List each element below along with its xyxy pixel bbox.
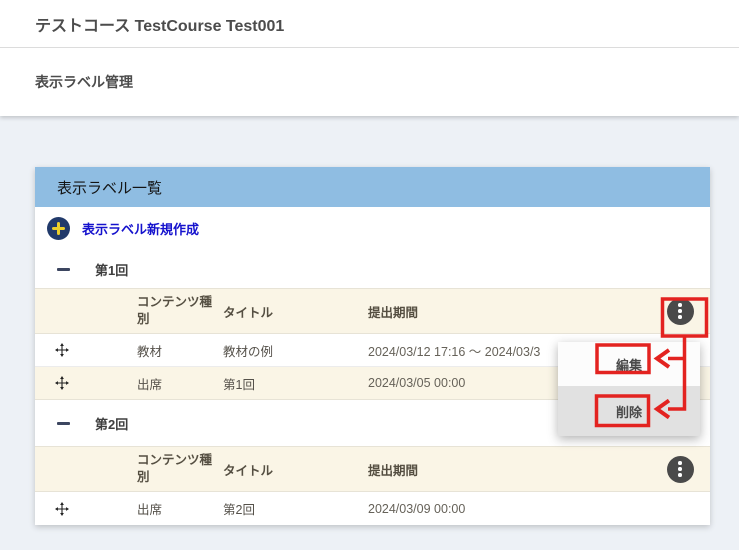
cell-title: 教材の例: [223, 341, 368, 360]
column-header-period: 提出期間: [368, 302, 650, 321]
table-header-row: コンテンツ種別 タイトル 提出期間: [35, 446, 710, 492]
menu-item-delete[interactable]: 削除: [558, 386, 700, 436]
section-label: 第1回: [95, 260, 128, 279]
table-header-row: コンテンツ種別 タイトル 提出期間: [35, 288, 710, 334]
cell-type: 出席: [137, 499, 223, 518]
cell-title: 第1回: [223, 374, 368, 393]
collapse-minus-icon[interactable]: [57, 422, 70, 425]
create-label-link[interactable]: 表示ラベル新規作成: [82, 219, 199, 238]
course-title: テストコース TestCourse Test001: [35, 12, 284, 36]
kebab-menu-icon[interactable]: [667, 298, 694, 325]
cell-type: 教材: [137, 341, 223, 360]
panel-header: 表示ラベル一覧: [35, 167, 710, 207]
column-header-type: コンテンツ種別: [137, 452, 223, 486]
page-title: 表示ラベル管理: [35, 72, 133, 92]
context-menu: 編集 削除: [558, 342, 700, 436]
move-icon[interactable]: [55, 502, 69, 516]
panel-title: 表示ラベル一覧: [57, 177, 162, 198]
section-label: 第2回: [95, 414, 128, 433]
column-header-title: タイトル: [223, 460, 368, 479]
page-title-row: 表示ラベル管理: [0, 48, 739, 116]
course-title-row: テストコース TestCourse Test001: [0, 0, 739, 48]
column-header-title: タイトル: [223, 302, 368, 321]
cell-type: 出席: [137, 374, 223, 393]
collapse-minus-icon[interactable]: [57, 268, 70, 271]
kebab-menu-icon[interactable]: [667, 456, 694, 483]
column-header-period: 提出期間: [368, 460, 650, 479]
move-icon[interactable]: [55, 343, 69, 357]
create-label-row[interactable]: 表示ラベル新規作成: [35, 207, 710, 250]
move-icon[interactable]: [55, 376, 69, 390]
plus-icon[interactable]: [47, 217, 70, 240]
menu-item-edit[interactable]: 編集: [558, 342, 700, 386]
cell-period: 2024/03/09 00:00: [368, 502, 650, 516]
column-header-type: コンテンツ種別: [137, 294, 223, 328]
page-header: テストコース TestCourse Test001 表示ラベル管理: [0, 0, 739, 116]
section-header-1: 第1回: [35, 250, 710, 288]
table-row: 出席 第2回 2024/03/09 00:00: [35, 492, 710, 525]
cell-title: 第2回: [223, 499, 368, 518]
